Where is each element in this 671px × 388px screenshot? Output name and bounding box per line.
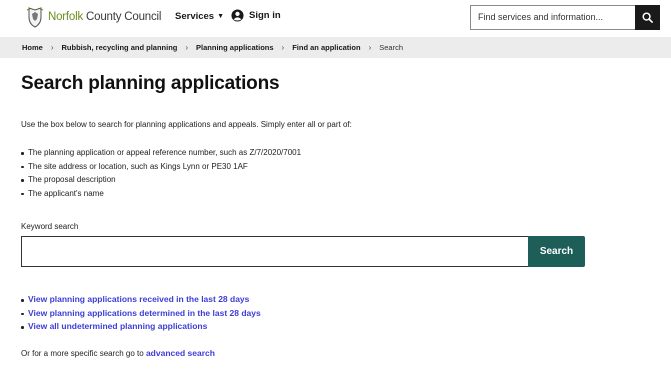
search-criteria-list: The planning application or appeal refer… xyxy=(21,146,301,200)
list-item: The planning application or appeal refer… xyxy=(21,146,301,160)
keyword-search-input[interactable] xyxy=(21,236,529,267)
site-header: Norfolk County Council Services ▼ Sign i… xyxy=(0,0,671,36)
chevron-right-icon: › xyxy=(50,43,54,52)
breadcrumb-planning-applications[interactable]: Planning applications xyxy=(196,43,274,52)
logo-brand: Norfolk xyxy=(48,11,84,23)
list-item: The applicant's name xyxy=(21,187,301,201)
logo-suffix: County Council xyxy=(86,11,162,23)
services-label: Services xyxy=(175,11,215,22)
list-item: View planning applications received in t… xyxy=(21,293,261,307)
advanced-search-prefix: Or for a more specific search go to xyxy=(21,349,144,358)
search-icon xyxy=(642,12,653,23)
site-search: Find services and information... xyxy=(470,5,660,30)
list-item: View planning applications determined in… xyxy=(21,307,261,321)
caret-down-icon: ▼ xyxy=(217,13,225,20)
list-item: The site address or location, such as Ki… xyxy=(21,160,301,174)
quick-links-list: View planning applications received in t… xyxy=(21,293,261,334)
site-search-button[interactable] xyxy=(635,5,660,30)
breadcrumb-rubbish-recycling-planning[interactable]: Rubbish, recycling and planning xyxy=(62,43,178,52)
breadcrumb-home[interactable]: Home xyxy=(22,43,43,52)
norfolk-crest-icon xyxy=(26,7,44,28)
chevron-right-icon: › xyxy=(281,43,285,52)
logo-text: Norfolk County Council xyxy=(48,11,161,23)
list-item: The proposal description xyxy=(21,173,301,187)
list-item: View all undetermined planning applicati… xyxy=(21,320,261,334)
site-search-input[interactable]: Find services and information... xyxy=(470,5,635,30)
account-icon xyxy=(231,9,244,22)
services-menu-button[interactable]: Services ▼ xyxy=(175,11,224,22)
chevron-right-icon: › xyxy=(185,43,189,52)
sign-in-label: Sign in xyxy=(249,10,281,21)
received-last-28-days-link[interactable]: View planning applications received in t… xyxy=(28,294,249,304)
search-button[interactable]: Search xyxy=(528,236,585,267)
advanced-search-link[interactable]: advanced search xyxy=(146,348,215,358)
determined-last-28-days-link[interactable]: View planning applications determined in… xyxy=(28,308,261,318)
breadcrumb-find-application[interactable]: Find an application xyxy=(292,43,360,52)
keyword-search-label: Keyword search xyxy=(21,222,79,231)
undetermined-applications-link[interactable]: View all undetermined planning applicati… xyxy=(28,321,207,331)
advanced-search-text: Or for a more specific search go to adva… xyxy=(21,348,215,358)
breadcrumb-current: Search xyxy=(379,43,403,52)
sign-in-link[interactable]: Sign in xyxy=(231,9,281,22)
breadcrumb: Home › Rubbish, recycling and planning ›… xyxy=(0,37,671,58)
page-title: Search planning applications xyxy=(21,73,280,94)
chevron-right-icon: › xyxy=(368,43,372,52)
intro-text: Use the box below to search for planning… xyxy=(21,120,352,129)
site-logo[interactable]: Norfolk County Council xyxy=(26,5,161,29)
